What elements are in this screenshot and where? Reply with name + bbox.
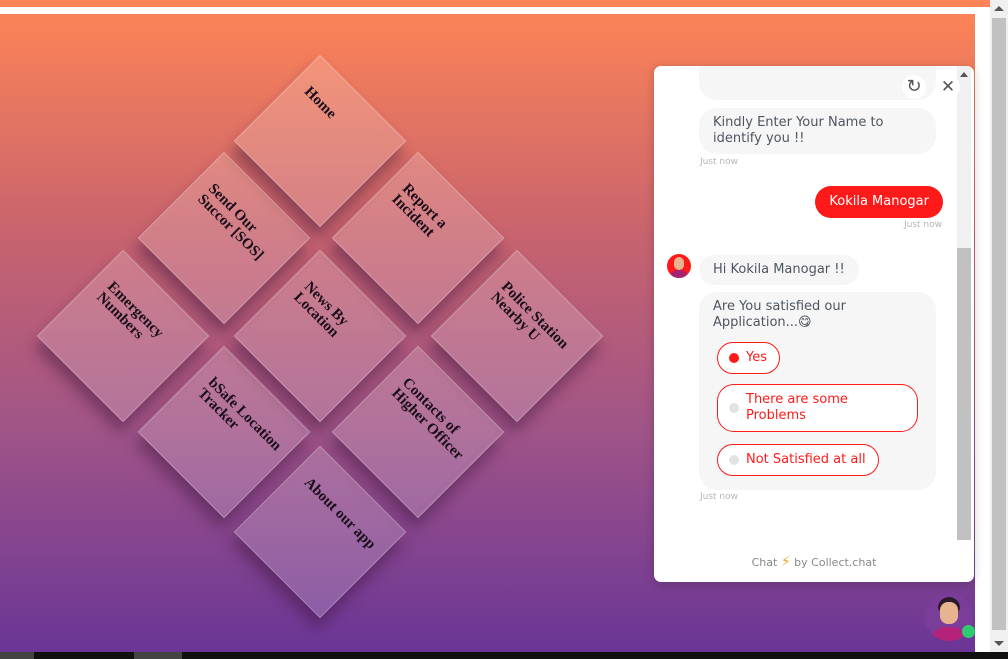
scroll-up-icon[interactable] <box>994 6 1004 11</box>
bottom-bar-segment <box>0 652 34 659</box>
previous-message <box>699 66 936 100</box>
page-scrollbar[interactable] <box>990 0 1008 652</box>
timestamp: Just now <box>700 157 739 167</box>
radio-icon <box>729 455 739 465</box>
page-scroll-thumb[interactable] <box>992 18 1006 630</box>
option-not-satisfied[interactable]: Not Satisfied at all <box>717 444 879 476</box>
timestamp: Just now <box>700 492 739 502</box>
bottom-bar-segment <box>134 652 182 659</box>
bot-message: Hi Kokila Manogar !! <box>699 255 859 285</box>
timestamp: Just now <box>903 220 942 230</box>
chat-widget: Kindly Enter Your Name to identify you !… <box>654 66 974 582</box>
top-strip <box>0 0 990 7</box>
close-icon[interactable]: ✕ <box>936 75 960 99</box>
bottom-bar <box>0 652 1008 659</box>
online-status-indicator <box>962 625 975 638</box>
chat-scrollbar[interactable] <box>957 66 971 540</box>
user-message: Kokila Manogar <box>815 186 943 218</box>
option-some-problems[interactable]: There are some Problems <box>717 384 918 432</box>
refresh-icon[interactable]: ↻ <box>902 75 926 99</box>
chat-scroll-thumb[interactable] <box>957 248 971 540</box>
bot-message: Kindly Enter Your Name to identify you !… <box>699 108 936 154</box>
option-yes[interactable]: Yes <box>717 342 780 374</box>
scroll-down-icon[interactable] <box>994 641 1004 646</box>
scroll-up-icon[interactable] <box>960 72 968 77</box>
chat-footer[interactable]: Chat ⚡ by Collect.chat <box>654 554 974 570</box>
radio-icon <box>729 403 739 413</box>
radio-icon <box>729 353 739 363</box>
bolt-icon: ⚡ <box>780 554 791 570</box>
bot-avatar <box>667 254 691 278</box>
